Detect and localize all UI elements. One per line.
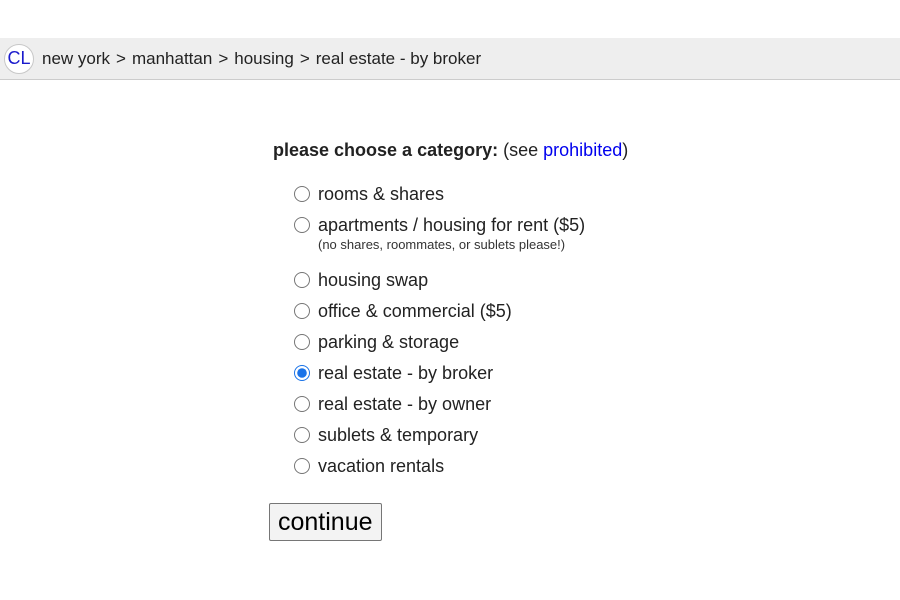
category-option-sublets-temporary[interactable]: sublets & temporary [294,425,793,445]
category-options-list: rooms & shares apartments / housing for … [273,184,793,476]
radio-vacation-rentals[interactable] [294,458,310,474]
category-option-real-estate-owner[interactable]: real estate - by owner [294,394,793,414]
radio-housing-swap[interactable] [294,272,310,288]
option-label[interactable]: parking & storage [318,332,459,352]
breadcrumb-item-current: real estate - by broker [315,48,482,68]
radio-real-estate-broker[interactable] [294,365,310,381]
continue-button[interactable]: continue [269,503,382,541]
breadcrumb-separator: > [116,48,126,68]
radio-sublets-temporary[interactable] [294,427,310,443]
option-label[interactable]: real estate - by broker [318,363,493,383]
breadcrumb-separator: > [299,48,310,68]
category-option-vacation-rentals[interactable]: vacation rentals [294,456,793,476]
radio-real-estate-owner[interactable] [294,396,310,412]
craigslist-logo[interactable]: CL [4,43,34,74]
category-option-parking-storage[interactable]: parking & storage [294,332,793,352]
option-label[interactable]: office & commercial ($5) [318,301,512,321]
option-label[interactable]: housing swap [318,270,428,290]
category-option-real-estate-broker[interactable]: real estate - by broker [294,363,793,383]
radio-parking-storage[interactable] [294,334,310,350]
radio-rooms-shares[interactable] [294,186,310,202]
breadcrumb-item-new-york[interactable]: new york [42,49,110,68]
category-option-apartments[interactable]: apartments / housing for rent ($5) (no s… [294,215,793,253]
breadcrumb-item-manhattan[interactable]: manhattan [132,49,212,68]
option-label[interactable]: apartments / housing for rent ($5) [318,215,585,235]
radio-office-commercial[interactable] [294,303,310,319]
option-label[interactable]: real estate - by owner [318,394,491,414]
prohibited-link[interactable]: prohibited [543,140,622,160]
heading-see: (see [503,140,544,160]
heading-close: ) [622,140,629,160]
breadcrumb: new york > manhattan > housing > real estate -… [42,49,481,69]
category-option-rooms-shares[interactable]: rooms & shares [294,184,793,204]
option-label[interactable]: rooms & shares [318,184,444,204]
category-option-housing-swap[interactable]: housing swap [294,270,793,290]
category-form: please choose a category: (see prohibite… [269,138,793,541]
radio-apartments[interactable] [294,217,310,233]
breadcrumb-separator: > [218,48,229,68]
breadcrumb-item-housing[interactable]: housing [234,49,294,68]
category-option-office-commercial[interactable]: office & commercial ($5) [294,301,793,321]
option-label[interactable]: vacation rentals [318,456,444,476]
option-note: (no shares, roommates, or sublets please… [318,237,566,252]
page-title: please choose a category: (see prohibite… [273,138,793,162]
breadcrumb-bar: CL new york > manhattan > housing > real estat… [0,38,900,80]
option-label[interactable]: sublets & temporary [318,425,478,445]
heading-label: please choose a category: [273,140,499,160]
